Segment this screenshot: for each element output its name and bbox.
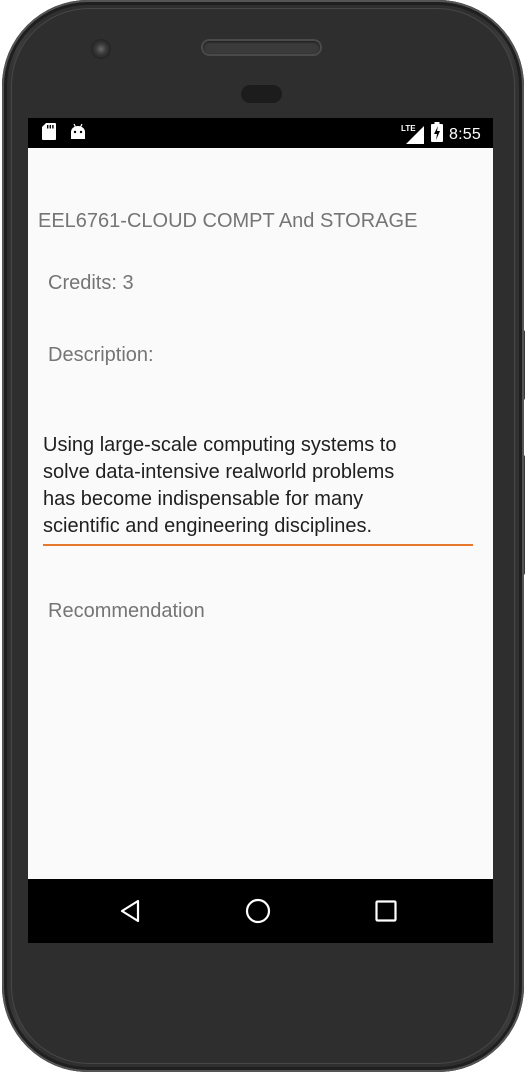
home-icon <box>245 898 271 924</box>
back-button[interactable] <box>115 896 145 926</box>
navigation-bar <box>28 879 493 943</box>
status-bar-notifications <box>42 123 86 145</box>
signal-icon: LTE <box>401 124 425 145</box>
battery-icon <box>431 122 444 147</box>
screen: LTE 8:55 EEL6761-CLOUD COMPT And STORAGE <box>28 118 493 943</box>
stage: LTE 8:55 EEL6761-CLOUD COMPT And STORAGE <box>0 0 526 1074</box>
recommendation-label: Recommendation <box>48 600 205 622</box>
recents-button[interactable] <box>371 896 401 926</box>
android-icon <box>70 123 86 145</box>
back-icon <box>120 899 140 923</box>
recents-icon <box>375 900 397 922</box>
description-field-underline <box>43 544 473 546</box>
description-field[interactable]: Using large-scale computing systems to s… <box>43 432 473 540</box>
description-label: Description: <box>48 344 154 366</box>
course-detail-view: EEL6761-CLOUD COMPT And STORAGE Credits:… <box>28 148 493 879</box>
clock: 8:55 <box>449 125 481 143</box>
status-bar: LTE 8:55 <box>28 118 493 148</box>
status-bar-system: LTE 8:55 <box>401 122 481 147</box>
proximity-sensor <box>241 85 282 103</box>
credits-label: Credits: 3 <box>48 272 134 294</box>
home-button[interactable] <box>243 896 273 926</box>
sd-card-icon <box>42 123 56 145</box>
front-camera-icon <box>91 39 111 59</box>
course-title: EEL6761-CLOUD COMPT And STORAGE <box>38 210 418 232</box>
earpiece-speaker <box>203 41 320 54</box>
